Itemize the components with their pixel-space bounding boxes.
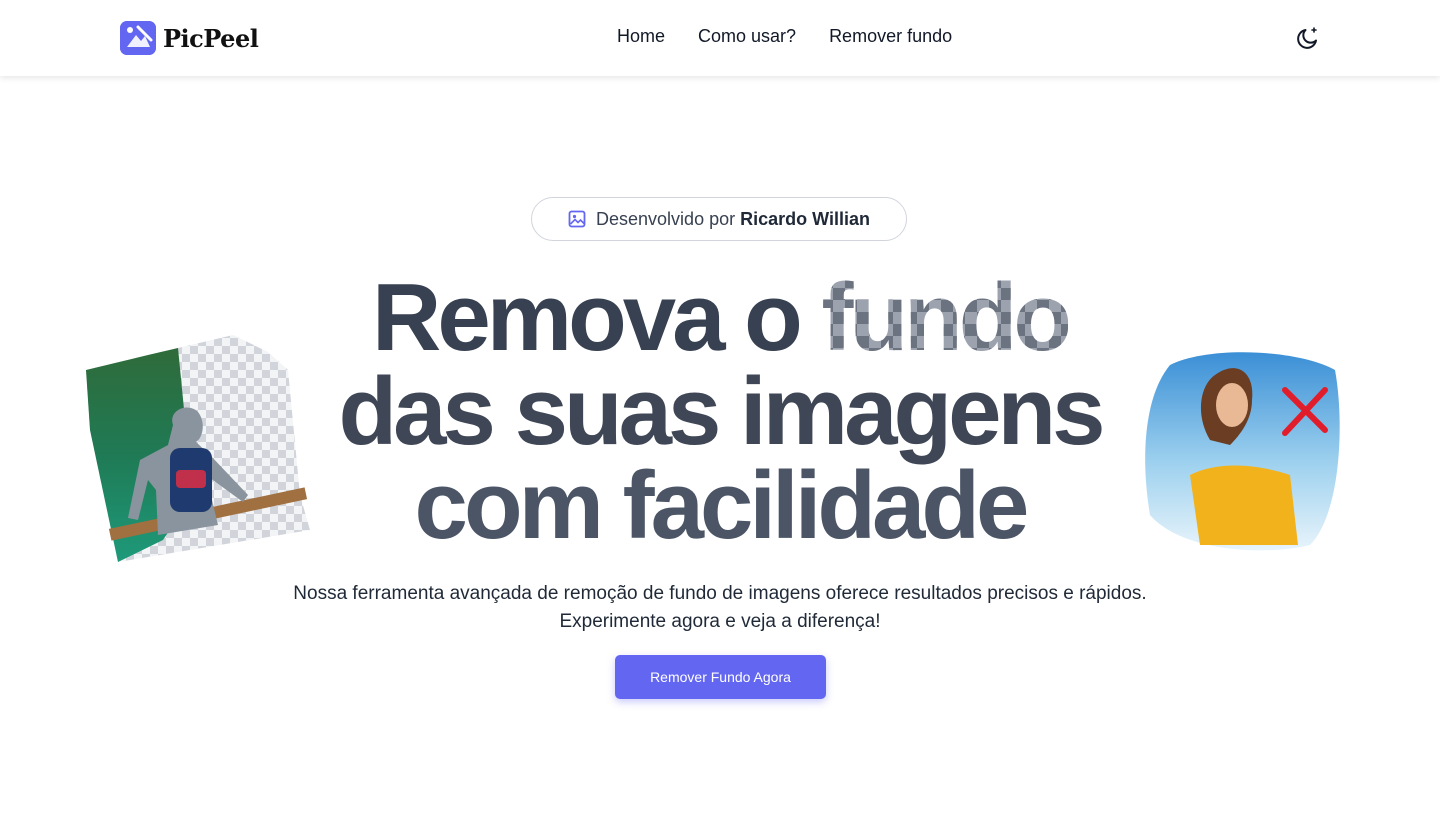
hero-description-line1: Nossa ferramenta avançada de remoção de … <box>293 583 1147 604</box>
image-icon <box>568 210 586 228</box>
hero-title-line3: com facilidade <box>414 452 1030 559</box>
remove-background-button[interactable]: Remover Fundo Agora <box>615 655 826 699</box>
nav-remover-fundo[interactable]: Remover fundo <box>829 26 952 47</box>
logo-icon <box>120 21 156 55</box>
hero-title-line1: Remova o fundo <box>0 264 1440 371</box>
hero-title-highlight: fundo <box>821 264 1068 371</box>
moon-icon[interactable] <box>1295 25 1321 51</box>
badge-prefix: Desenvolvido por <box>596 208 736 229</box>
nav-como-usar[interactable]: Como usar? <box>698 26 796 47</box>
site-header: PicPeel Home Como usar? Remover fundo <box>0 0 1440 76</box>
logo[interactable]: PicPeel <box>120 21 259 55</box>
badge-text: Desenvolvido por Ricardo Willian <box>596 209 870 230</box>
developer-badge: Desenvolvido por Ricardo Willian <box>531 197 907 241</box>
hero-description-line2: Experimente agora e veja a diferença! <box>559 611 881 632</box>
hero-title-part: Remova o <box>371 264 803 371</box>
badge-author: Ricardo Willian <box>740 208 870 229</box>
nav-home[interactable]: Home <box>617 26 665 47</box>
main-nav: Home Como usar? Remover fundo <box>617 26 952 47</box>
logo-text: PicPeel <box>163 23 259 53</box>
hero-title-line2: das suas imagens <box>338 358 1105 465</box>
